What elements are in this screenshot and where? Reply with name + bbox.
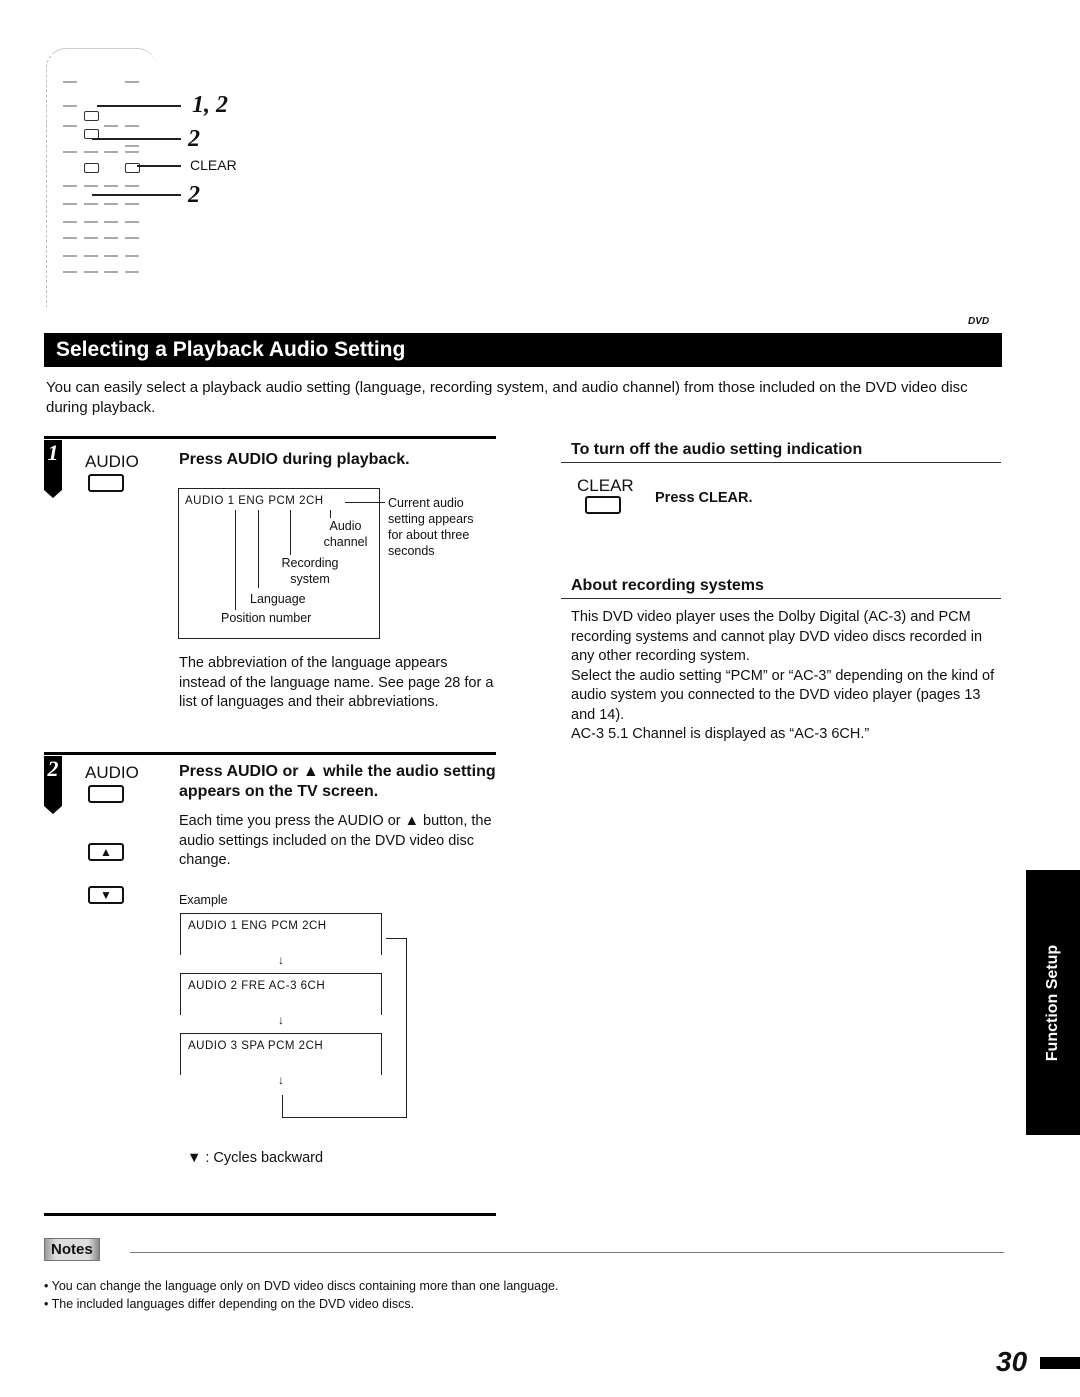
step1-heading: Press AUDIO during playback. bbox=[179, 451, 410, 468]
current-audio-note: Current audio setting appears for about … bbox=[388, 496, 474, 558]
section-title: Selecting a Playback Audio Setting bbox=[44, 333, 1002, 367]
example-arrow-1: ↓ bbox=[278, 953, 284, 967]
callout-step-2a: 2 bbox=[188, 126, 200, 152]
position-number-label: Position number bbox=[221, 611, 312, 625]
callout-step-2b: 2 bbox=[188, 182, 200, 208]
step1-number: 1 bbox=[44, 440, 62, 498]
audio-button-label-2: AUDIO bbox=[85, 763, 139, 782]
recording-system-label: Recording system bbox=[281, 556, 339, 586]
side-tab-label: Function Setup bbox=[1044, 944, 1061, 1061]
step2-divider bbox=[44, 752, 496, 755]
example-arrow-2: ↓ bbox=[278, 1013, 284, 1027]
note-item: • The included languages differ dependin… bbox=[44, 1297, 415, 1311]
notes-list: • You can change the language only on DV… bbox=[44, 1277, 558, 1313]
language-label: Language bbox=[250, 592, 306, 606]
example-arrow-3: ↓ bbox=[278, 1073, 284, 1087]
press-clear-text: Press CLEAR. bbox=[655, 490, 753, 506]
audio-button-label: AUDIO bbox=[85, 452, 139, 471]
page-number: 30 bbox=[996, 1346, 1028, 1377]
page-number-bar bbox=[1040, 1357, 1080, 1369]
up-arrow-button-icon: ▲ bbox=[88, 843, 124, 861]
recording-paragraph-3: AC-3 5.1 Channel is displayed as “AC-3 6… bbox=[571, 726, 870, 742]
osd-display-text: AUDIO 1 ENG PCM 2CH bbox=[185, 495, 324, 507]
callout-step-1-2: 1, 2 bbox=[192, 92, 228, 118]
recording-paragraph-1: This DVD video player uses the Dolby Dig… bbox=[571, 609, 983, 664]
down-arrow-button-icon: ▼ bbox=[88, 886, 124, 904]
function-setup-tab: Function Setup bbox=[1026, 870, 1080, 1135]
clear-button-label: CLEAR bbox=[577, 476, 634, 495]
recording-paragraph-2: Select the audio setting “PCM” or “AC-3”… bbox=[571, 667, 995, 723]
step2-number: 2 bbox=[44, 756, 62, 814]
remote-control-illustration bbox=[46, 48, 157, 307]
example-text-3: AUDIO 3 SPA PCM 2CH bbox=[188, 1040, 324, 1052]
audio-button-icon bbox=[88, 474, 124, 492]
notes-badge: Notes bbox=[44, 1238, 100, 1261]
step2-body: Each time you press the AUDIO or ▲ butto… bbox=[179, 813, 492, 868]
cycles-backward-note: ▼ : Cycles backward bbox=[187, 1150, 324, 1166]
example-text-1: AUDIO 1 ENG PCM 2CH bbox=[188, 920, 327, 932]
intro-text: You can easily select a playback audio s… bbox=[46, 379, 968, 416]
audio-button-icon-2 bbox=[88, 785, 124, 803]
step2-heading: Press AUDIO or ▲ while the audio setting… bbox=[179, 763, 496, 800]
step1-body: The abbreviation of the language appears… bbox=[179, 655, 494, 710]
recording-systems-heading: About recording systems bbox=[571, 577, 764, 594]
step-end-divider bbox=[44, 1213, 496, 1216]
example-text-2: AUDIO 2 FRE AC-3 6CH bbox=[188, 980, 326, 992]
step1-divider bbox=[44, 436, 496, 439]
callout-clear: CLEAR bbox=[190, 157, 237, 173]
recording-systems-body: This DVD video player uses the Dolby Dig… bbox=[571, 608, 1006, 745]
turn-off-heading: To turn off the audio setting indication bbox=[571, 441, 863, 458]
audio-channel-label: Audio channel bbox=[323, 519, 368, 549]
clear-button-icon bbox=[585, 496, 621, 514]
note-item: • You can change the language only on DV… bbox=[44, 1279, 559, 1293]
dvd-logo-icon: DVD bbox=[968, 316, 990, 327]
example-label: Example bbox=[179, 893, 228, 907]
